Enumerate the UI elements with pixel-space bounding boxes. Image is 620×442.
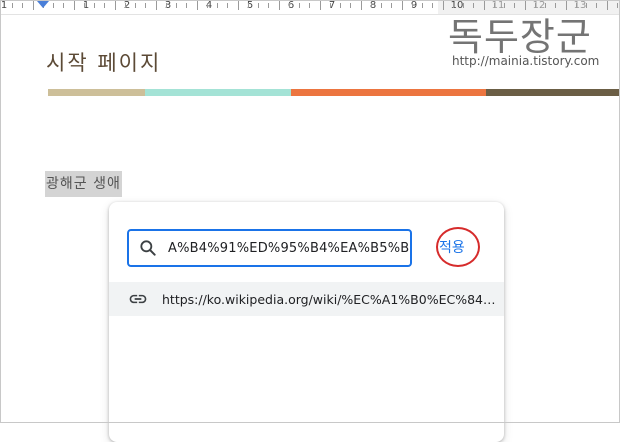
ruler-tick [596, 3, 597, 8]
ruler-tick [361, 1, 362, 10]
ruler-tick [402, 1, 403, 10]
ruler-tick [207, 3, 208, 8]
link-icon [129, 294, 147, 304]
ruler-tick [33, 1, 34, 10]
ruler-tick [422, 3, 423, 8]
ruler-tick [197, 1, 198, 10]
ruler-tick [432, 3, 433, 8]
ruler-number: 1 [0, 0, 8, 11]
ruler-tick [258, 3, 259, 8]
ruler-tick [217, 3, 218, 8]
ruler-tick [279, 1, 280, 10]
ruler-tick [12, 3, 13, 8]
ruler-tick [63, 3, 64, 8]
ruler-tick [176, 3, 177, 8]
ruler-tick [371, 3, 372, 8]
ruler-tick [94, 3, 95, 8]
ruler-tick [330, 3, 331, 8]
apply-button[interactable]: 적용 [439, 237, 465, 257]
ruler-tick [309, 3, 310, 8]
search-icon [140, 240, 156, 256]
ruler-tick [340, 3, 341, 8]
ruler-tick [248, 3, 249, 8]
ruler-tick [125, 3, 126, 8]
watermark-url: http://mainia.tistory.com [452, 54, 600, 68]
ruler-tick [238, 1, 239, 10]
link-suggestion-url: https://ko.wikipedia.org/wiki/%EC%A1%B0%… [162, 291, 502, 307]
ruler-tick [268, 3, 269, 8]
ruler-tick [350, 3, 351, 8]
ruler-tick [84, 3, 85, 8]
ruler-tick [617, 3, 618, 8]
ruler-tick [115, 1, 116, 10]
decorative-color-bar [48, 89, 620, 96]
link-popup: A%B4%91%ED%95%B4%EA%B5%B0 적용 https://ko.… [109, 202, 504, 442]
color-bar-segment-2 [145, 89, 291, 96]
link-url-input[interactable]: A%B4%91%ED%95%B4%EA%B5%B0 [127, 229, 412, 267]
ruler-tick [607, 1, 608, 10]
ruler-tick [104, 3, 105, 8]
ruler-tick [156, 1, 157, 10]
ruler-tick [412, 3, 413, 8]
ruler-tick [289, 3, 290, 8]
page-title[interactable]: 시작 페이지 [46, 47, 161, 77]
ruler-tick [299, 3, 300, 8]
ruler-tick [166, 3, 167, 8]
link-suggestion-item[interactable]: https://ko.wikipedia.org/wiki/%EC%A1%B0%… [109, 282, 504, 316]
link-url-value[interactable]: A%B4%91%ED%95%B4%EA%B5%B0 [168, 241, 410, 256]
watermark-logo: 독두장군 [448, 15, 592, 59]
ruler-tick [145, 3, 146, 8]
ruler-tick [227, 3, 228, 8]
ruler-tick [320, 1, 321, 10]
ruler-tick [381, 3, 382, 8]
ruler-tick [53, 3, 54, 8]
ruler-tick [443, 1, 444, 10]
ruler-tick [22, 3, 23, 8]
ruler-tick [74, 1, 75, 10]
color-bar-segment-4 [486, 89, 620, 96]
color-bar-segment-3 [291, 89, 486, 96]
selected-text[interactable]: 광해군 생애 [45, 171, 122, 197]
ruler-tick [391, 3, 392, 8]
ruler-tick [186, 3, 187, 8]
ruler-tick [135, 3, 136, 8]
color-bar-segment-1 [48, 89, 145, 96]
indent-marker-icon[interactable] [37, 0, 49, 8]
